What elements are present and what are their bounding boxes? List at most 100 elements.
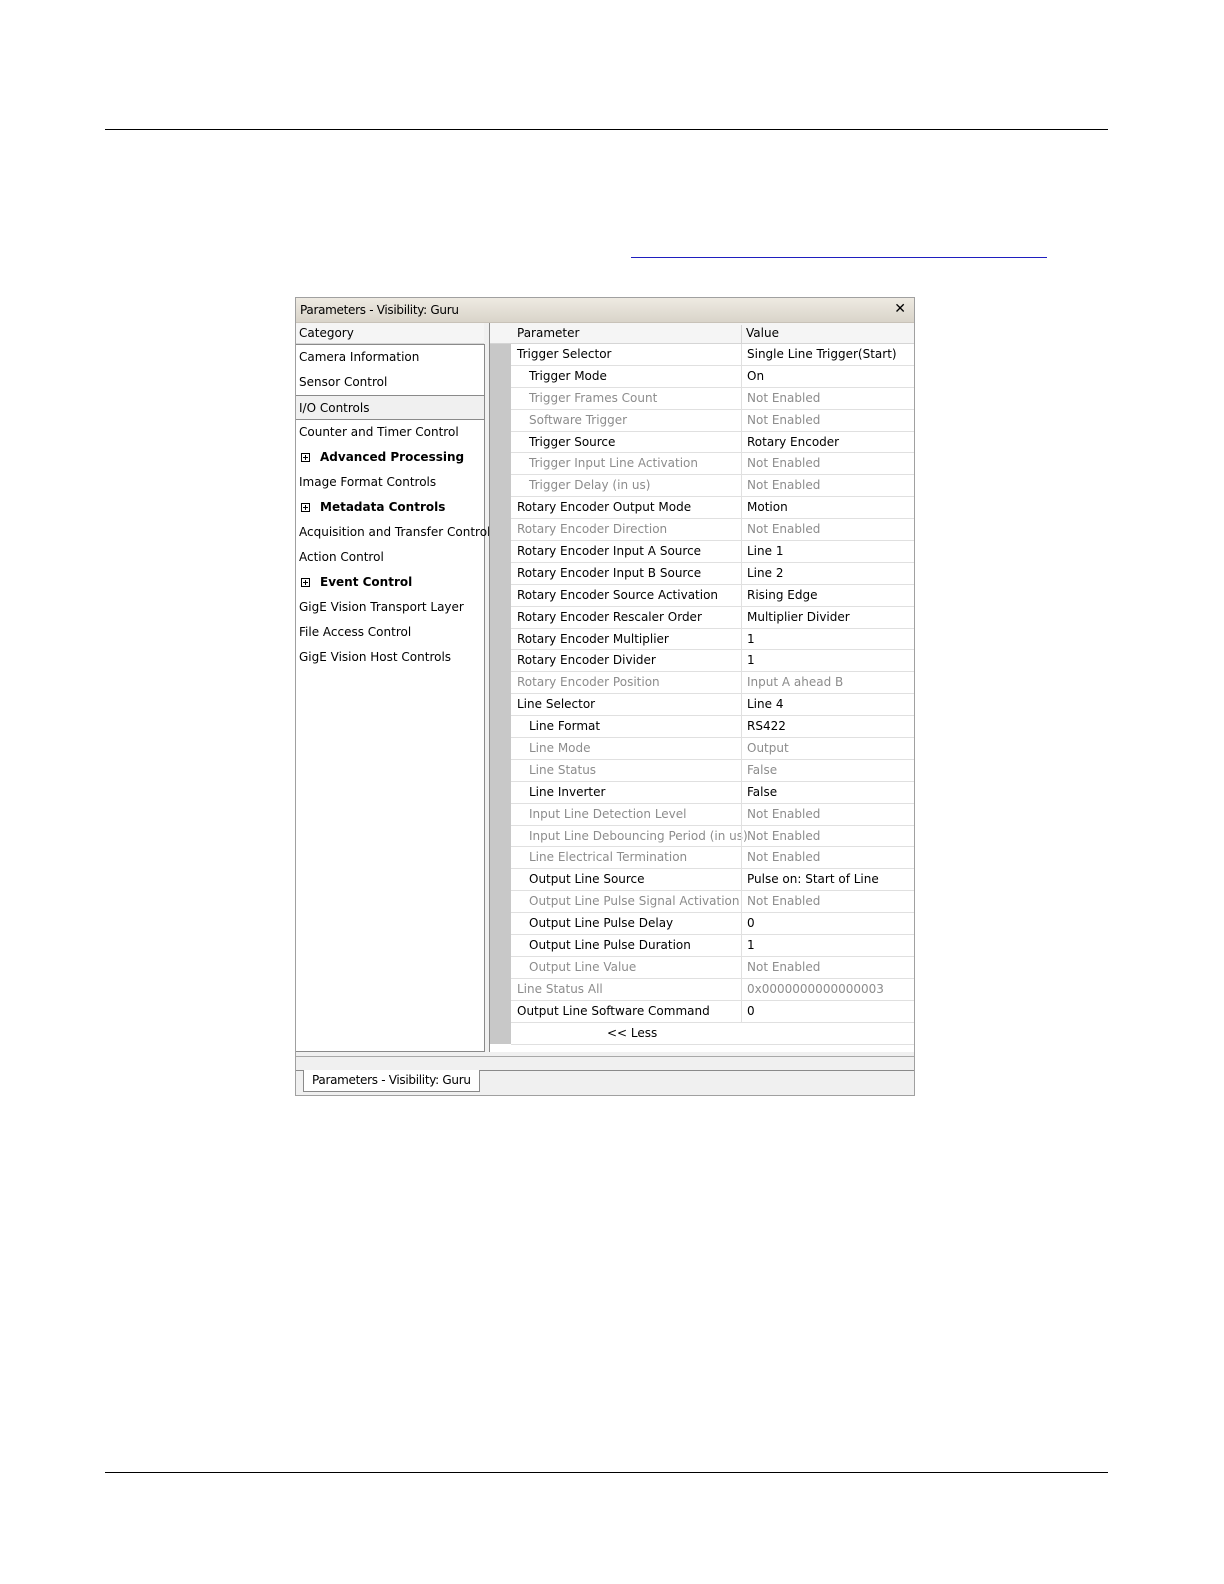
cell-divider <box>741 365 742 387</box>
parameter-value[interactable]: Motion <box>747 500 788 514</box>
parameter-value: Not Enabled <box>747 894 821 909</box>
cell-divider <box>741 519 742 541</box>
parameter-row[interactable]: Line Status False <box>511 759 914 782</box>
parameter-row[interactable]: Rotary Encoder Direction Not Enabled <box>511 519 914 542</box>
parameter-name: Rotary Encoder Input A Source <box>517 544 702 559</box>
parameter-row[interactable]: Rotary Encoder Source Activation Rising E… <box>511 584 914 607</box>
parameter-name: Rotary Encoder Output Mode <box>517 500 692 515</box>
parameter-row[interactable]: Output Line Pulse Signal Activation Not E… <box>511 891 914 914</box>
parameter-row[interactable]: Rotary Encoder Position Input A ahead B <box>511 672 914 695</box>
parameter-name: Trigger Selector <box>517 347 612 361</box>
parameter-row[interactable]: Line Electrical Termination Not Enabled <box>511 847 914 870</box>
parameter-row[interactable]: Rotary Encoder Rescaler Order Multiplier … <box>511 606 914 629</box>
category-item[interactable]: Acquisition and Transfer Control <box>296 520 490 545</box>
parameter-value[interactable]: Line 1 <box>747 544 783 558</box>
parameter-name: Line Status All <box>517 981 603 996</box>
category-item-label: File Access Control <box>299 625 412 639</box>
category-item[interactable]: Counter and Timer Control <box>296 420 484 445</box>
parameter-row[interactable]: Line Format RS422 <box>511 716 914 739</box>
cell-divider <box>741 978 742 1000</box>
parameter-row[interactable]: Output Line Software Command 0 <box>511 1000 914 1023</box>
cell-divider <box>741 628 742 650</box>
column-divider[interactable] <box>741 325 742 343</box>
hyperlink-underline[interactable] <box>631 257 1047 258</box>
parameter-row[interactable]: Output Line Source Pulse on: Start of Lin… <box>511 869 914 892</box>
parameter-value[interactable]: 0 <box>747 916 755 930</box>
parameter-row[interactable]: Trigger Mode On <box>511 365 914 388</box>
parameter-row[interactable]: Line Inverter False <box>511 781 914 804</box>
parameter-value[interactable]: Multiplier Divider <box>747 610 850 624</box>
parameter-row[interactable]: Rotary Encoder Divider 1 <box>511 650 914 673</box>
parameter-row[interactable]: Output Line Pulse Duration 1 <box>511 935 914 957</box>
parameter-value[interactable]: False <box>747 785 777 799</box>
category-item[interactable]: Sensor Control <box>296 370 484 395</box>
parameter-value: Input A ahead B <box>747 675 844 690</box>
category-item-label: GigE Vision Transport Layer <box>299 600 464 614</box>
expand-plus-icon[interactable] <box>301 453 310 462</box>
category-item[interactable]: Camera Information <box>296 345 484 370</box>
parameter-row[interactable]: Software Trigger Not Enabled <box>511 409 914 432</box>
parameter-row[interactable]: Trigger Selector Single Line Trigger(Star… <box>511 344 914 366</box>
parameter-name: Line Selector <box>517 697 596 712</box>
category-item[interactable]: GigE Vision Host Controls <box>296 645 484 670</box>
parameter-row[interactable]: Line Selector Line 4 <box>511 694 914 717</box>
parameter-value: False <box>747 762 778 777</box>
parameter-row[interactable]: Line Mode Output <box>511 738 914 760</box>
category-item[interactable]: Event Control <box>296 570 484 595</box>
parameter-row[interactable]: Trigger Source Rotary Encoder <box>511 431 914 454</box>
window-titlebar[interactable]: Parameters - Visibility: Guru ✕ <box>296 298 914 323</box>
parameter-row[interactable]: Rotary Encoder Output Mode Motion <box>511 497 914 520</box>
parameter-row[interactable]: Line Status All 0x0000000000000003 <box>511 978 914 1001</box>
tab-parameters[interactable]: Parameters - Visibility: Guru <box>303 1070 480 1092</box>
parameter-value[interactable]: 1 <box>747 632 755 646</box>
parameter-value[interactable]: Pulse on: Start of Line <box>747 872 879 886</box>
parameter-row[interactable]: Trigger Input Line Activation Not Enabled <box>511 453 914 476</box>
parameter-name: Output Line Software Command <box>517 1003 710 1018</box>
parameter-value[interactable]: Single Line Trigger(Start) <box>747 347 897 361</box>
value-column-header[interactable]: Value <box>746 326 779 340</box>
cell-divider <box>741 672 742 694</box>
close-icon[interactable]: ✕ <box>894 301 906 317</box>
parameter-row[interactable]: Trigger Frames Count Not Enabled <box>511 387 914 410</box>
parameter-rows: Trigger Selector Single Line Trigger(Star… <box>511 344 914 1045</box>
parameter-value[interactable]: Rising Edge <box>747 588 818 602</box>
category-item-label: Advanced Processing <box>320 450 465 464</box>
less-button[interactable]: << Less <box>607 1026 657 1040</box>
parameter-row[interactable]: Output Line Pulse Delay 0 <box>511 913 914 936</box>
expand-plus-icon[interactable] <box>301 503 310 512</box>
parameter-name: Rotary Encoder Source Activation <box>517 587 719 602</box>
parameter-grid: Parameter Value Trigger Selector Single L… <box>489 323 914 1052</box>
cell-divider <box>741 409 742 431</box>
category-item[interactable]: Action Control <box>296 545 484 570</box>
category-item[interactable]: Metadata Controls <box>296 495 484 520</box>
parameter-row[interactable]: Input Line Debouncing Period (in us) Not … <box>511 825 914 848</box>
parameter-value: Not Enabled <box>747 412 821 427</box>
parameter-value[interactable]: RS422 <box>747 719 786 733</box>
parameter-name: Line Inverter <box>529 784 606 799</box>
parameter-name: Trigger Frames Count <box>529 390 658 405</box>
cell-divider <box>741 431 742 453</box>
parameter-name: Trigger Delay (in us) <box>529 478 651 493</box>
category-item[interactable]: GigE Vision Transport Layer <box>296 595 484 620</box>
parameter-row[interactable]: Output Line Value Not Enabled <box>511 956 914 979</box>
parameter-value[interactable]: Rotary Encoder <box>747 435 839 449</box>
category-item[interactable]: Advanced Processing <box>296 445 484 470</box>
parameter-row[interactable]: Rotary Encoder Multiplier 1 <box>511 628 914 651</box>
parameter-value[interactable]: Line 2 <box>747 566 783 580</box>
parameter-value[interactable]: 1 <box>747 938 755 952</box>
parameter-row[interactable]: Rotary Encoder Input A Source Line 1 <box>511 541 914 563</box>
parameter-row[interactable]: Input Line Detection Level Not Enabled <box>511 803 914 826</box>
parameter-row[interactable]: Rotary Encoder Input B Source Line 2 <box>511 562 914 585</box>
category-item[interactable]: I/O Controls <box>296 395 484 420</box>
category-item[interactable]: File Access Control <box>296 620 484 645</box>
parameter-row[interactable]: Trigger Delay (in us) Not Enabled <box>511 475 914 498</box>
cell-divider <box>741 716 742 738</box>
parameter-name: Rotary Encoder Divider <box>517 653 656 668</box>
category-item[interactable]: Image Format Controls <box>296 470 484 495</box>
parameter-value[interactable]: 1 <box>747 653 755 667</box>
expand-plus-icon[interactable] <box>301 578 310 587</box>
parameter-value[interactable]: On <box>747 369 764 383</box>
parameter-column-header[interactable]: Parameter <box>517 326 579 340</box>
parameter-value[interactable]: 0 <box>747 1004 755 1018</box>
parameter-value[interactable]: Line 4 <box>747 697 783 711</box>
